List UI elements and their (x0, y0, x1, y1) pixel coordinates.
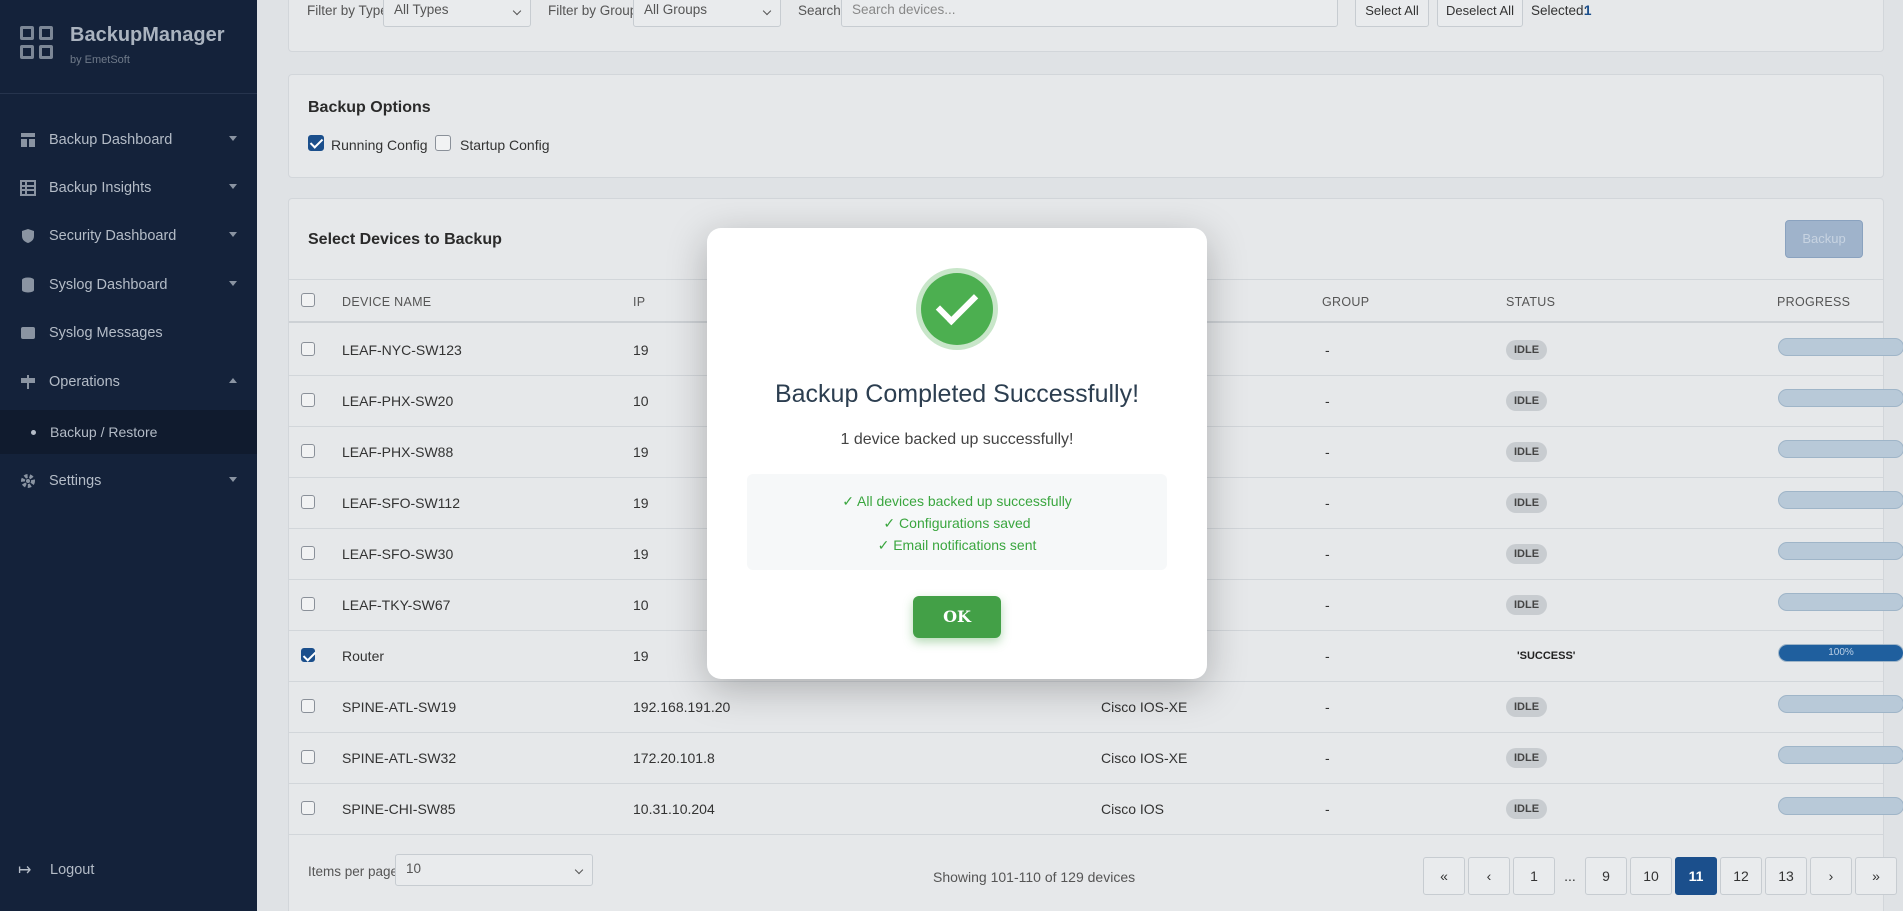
check-circle-icon (921, 273, 993, 345)
modal-detail-item: ✓ Email notifications sent (877, 537, 1037, 553)
modal-message: 1 device backed up successfully! (840, 431, 1074, 448)
modal-detail-item: ✓ All devices backed up successfully (842, 493, 1072, 509)
modal-title: Backup Completed Successfully! (774, 380, 1140, 408)
modal-overlay: Backup Completed Successfully! 1 device … (0, 0, 1903, 911)
ok-button[interactable]: OK (913, 596, 1001, 638)
modal-detail-item: ✓ Configurations saved (883, 515, 1031, 531)
modal-details: ✓ All devices backed up successfully ✓ C… (747, 474, 1167, 570)
success-modal: Backup Completed Successfully! 1 device … (707, 228, 1207, 679)
